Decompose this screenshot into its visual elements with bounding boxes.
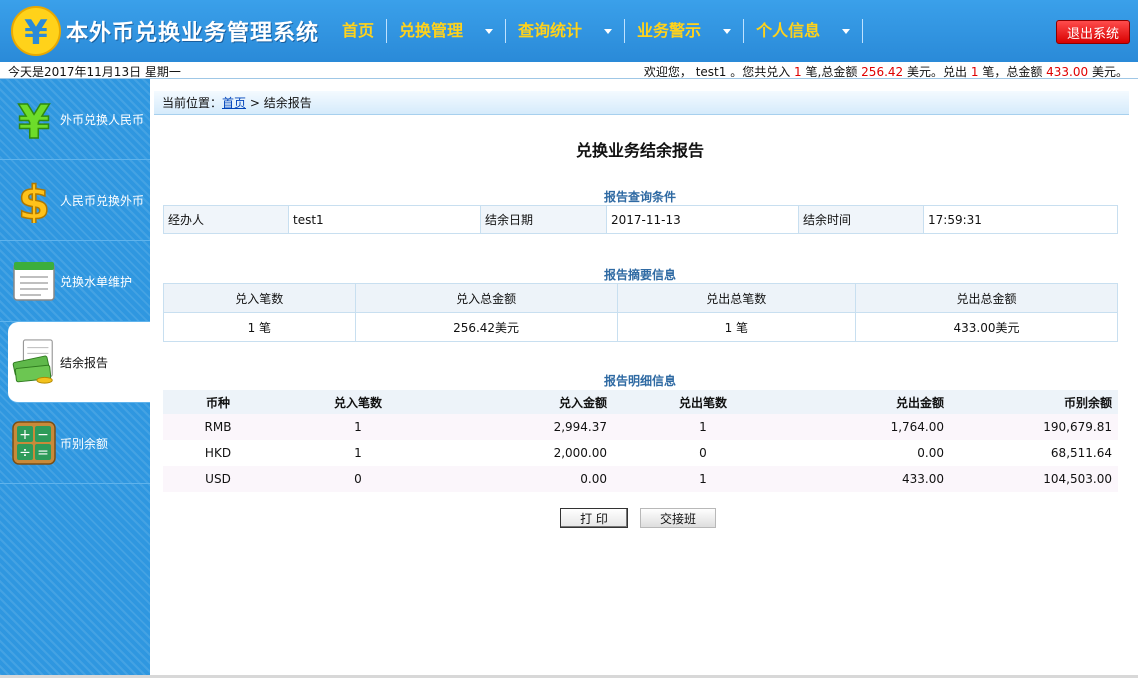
time-value: 17:59:31 bbox=[923, 205, 1118, 234]
date-label: 结余日期 bbox=[480, 205, 607, 234]
shift-handover-button[interactable]: 交接班 bbox=[640, 508, 716, 528]
summary-value: 433.00美元 bbox=[855, 312, 1118, 342]
svg-text:+: + bbox=[19, 427, 31, 443]
column-header: 兑入笔数 bbox=[273, 390, 443, 414]
yen-icon: ¥ bbox=[10, 95, 58, 143]
print-button[interactable]: 打 印 bbox=[560, 508, 628, 528]
chevron-down-icon bbox=[842, 28, 851, 34]
nav-exchange-management[interactable]: 兑换管理 bbox=[387, 19, 507, 43]
chevron-down-icon bbox=[604, 28, 613, 34]
column-header: 币种 bbox=[163, 390, 273, 414]
column-header: 币别余额 bbox=[950, 390, 1118, 414]
out-amount: 433.00 bbox=[1046, 65, 1089, 79]
chevron-down-icon bbox=[723, 28, 732, 34]
logo-icon: ¥ bbox=[8, 4, 64, 58]
time-label: 结余时间 bbox=[798, 205, 924, 234]
in-count: 1 bbox=[794, 65, 802, 79]
table-header-row: 币种 兑入笔数 兑入金额 兑出笔数 兑出金额 币别余额 bbox=[163, 390, 1118, 414]
summary-value: 256.42美元 bbox=[354, 312, 618, 342]
conditions-section-title: 报告查询条件 bbox=[603, 190, 676, 204]
breadcrumb-home-link[interactable]: 首页 bbox=[222, 96, 246, 110]
sidebar-item-rmb-to-foreign[interactable]: $ 人民币兑换外币 bbox=[0, 160, 150, 241]
svg-text:¥: ¥ bbox=[18, 96, 50, 142]
action-buttons: 打 印 交接班 bbox=[560, 508, 716, 528]
summary-value: 1 笔 bbox=[616, 312, 857, 342]
main-content: 当前位置：首页 > 结余报告 兑换业务结余报告 报告查询条件 经办人 test1… bbox=[150, 79, 1138, 676]
svg-text:¥: ¥ bbox=[24, 13, 48, 53]
conditions-table: 经办人 test1 结余日期 2017-11-13 结余时间 17:59:31 bbox=[163, 205, 1118, 234]
chevron-down-icon bbox=[485, 28, 494, 34]
summary-header: 兑入笔数 bbox=[163, 283, 356, 313]
summary-section-title: 报告摘要信息 bbox=[603, 268, 676, 282]
svg-text:÷: ÷ bbox=[19, 445, 31, 461]
app-title: 本外币兑换业务管理系统 bbox=[66, 21, 320, 46]
dollar-icon: $ bbox=[10, 176, 58, 224]
summary-header: 兑出总金额 bbox=[855, 283, 1118, 313]
sidebar-item-currency-balance[interactable]: + − ÷ = 币别余额 bbox=[0, 403, 150, 484]
logout-button[interactable]: 退出系统 bbox=[1056, 20, 1130, 44]
sidebar-item-foreign-to-rmb[interactable]: ¥ 外币兑换人民币 bbox=[0, 79, 150, 160]
sidebar: ¥ 外币兑换人民币 $ 人民币兑换外币 兑换水单维护 结余报告 + − ÷ = … bbox=[0, 79, 150, 676]
money-report-icon bbox=[10, 338, 58, 386]
main-nav: 首页 兑换管理 查询统计 业务警示 个人信息 bbox=[330, 16, 864, 46]
table-row: HKD 1 2,000.00 0 0.00 68,511.64 bbox=[204, 446, 1112, 460]
in-amount: 256.42 bbox=[861, 65, 904, 79]
sidebar-item-balance-report[interactable]: 结余报告 bbox=[8, 322, 150, 403]
summary-header: 兑入总金额 bbox=[354, 283, 618, 313]
column-header: 兑出笔数 bbox=[613, 390, 793, 414]
nav-personal-info[interactable]: 个人信息 bbox=[744, 19, 864, 43]
summary-table: 兑入笔数 兑入总金额 兑出总笔数 兑出总金额 1 笔 256.42美元 1 笔 … bbox=[163, 283, 1118, 342]
nav-business-alerts[interactable]: 业务警示 bbox=[625, 19, 745, 43]
welcome-message: 欢迎您， test1 。您共兑入 1 笔,总金额 256.42 美元。兑出 1 … bbox=[643, 65, 1128, 79]
svg-text:=: = bbox=[37, 445, 49, 461]
nav-home[interactable]: 首页 bbox=[330, 19, 388, 43]
out-count: 1 bbox=[970, 65, 979, 79]
operator-value: test1 bbox=[288, 205, 481, 234]
svg-text:−: − bbox=[37, 427, 49, 443]
date-value: 2017-11-13 bbox=[606, 205, 799, 234]
calculator-icon: + − ÷ = bbox=[10, 419, 58, 467]
nav-query-statistics[interactable]: 查询统计 bbox=[506, 19, 626, 43]
top-header: ¥ 本外币兑换业务管理系统 首页 兑换管理 查询统计 业务警示 个人信息 退出系… bbox=[0, 0, 1138, 62]
column-header: 兑入金额 bbox=[443, 390, 613, 414]
notepad-icon bbox=[10, 257, 58, 305]
detail-section-title: 报告明细信息 bbox=[603, 374, 676, 388]
table-row: USD 0 0.00 1 433.00 104,503.00 bbox=[163, 466, 1118, 492]
summary-value: 1 笔 bbox=[163, 312, 356, 342]
info-bar: 今天是2017年11月13日 星期一 欢迎您， test1 。您共兑入 1 笔,… bbox=[0, 62, 1138, 79]
page-title: 兑换业务结余报告 bbox=[575, 141, 704, 160]
sidebar-item-receipt-maintenance[interactable]: 兑换水单维护 bbox=[0, 241, 150, 322]
table-row: RMB 1 2,994.37 1 1,764.00 190,679.81 bbox=[163, 414, 1118, 440]
summary-header: 兑出总笔数 bbox=[616, 283, 857, 313]
current-date: 今天是2017年11月13日 星期一 bbox=[8, 65, 181, 79]
column-header: 兑出金额 bbox=[793, 390, 950, 414]
detail-table: 币种 兑入笔数 兑入金额 兑出笔数 兑出金额 币别余额 RMB 1 2,994.… bbox=[163, 390, 1118, 492]
svg-text:$: $ bbox=[18, 177, 50, 223]
breadcrumb: 当前位置：首页 > 结余报告 bbox=[154, 91, 1129, 115]
operator-label: 经办人 bbox=[163, 205, 289, 234]
